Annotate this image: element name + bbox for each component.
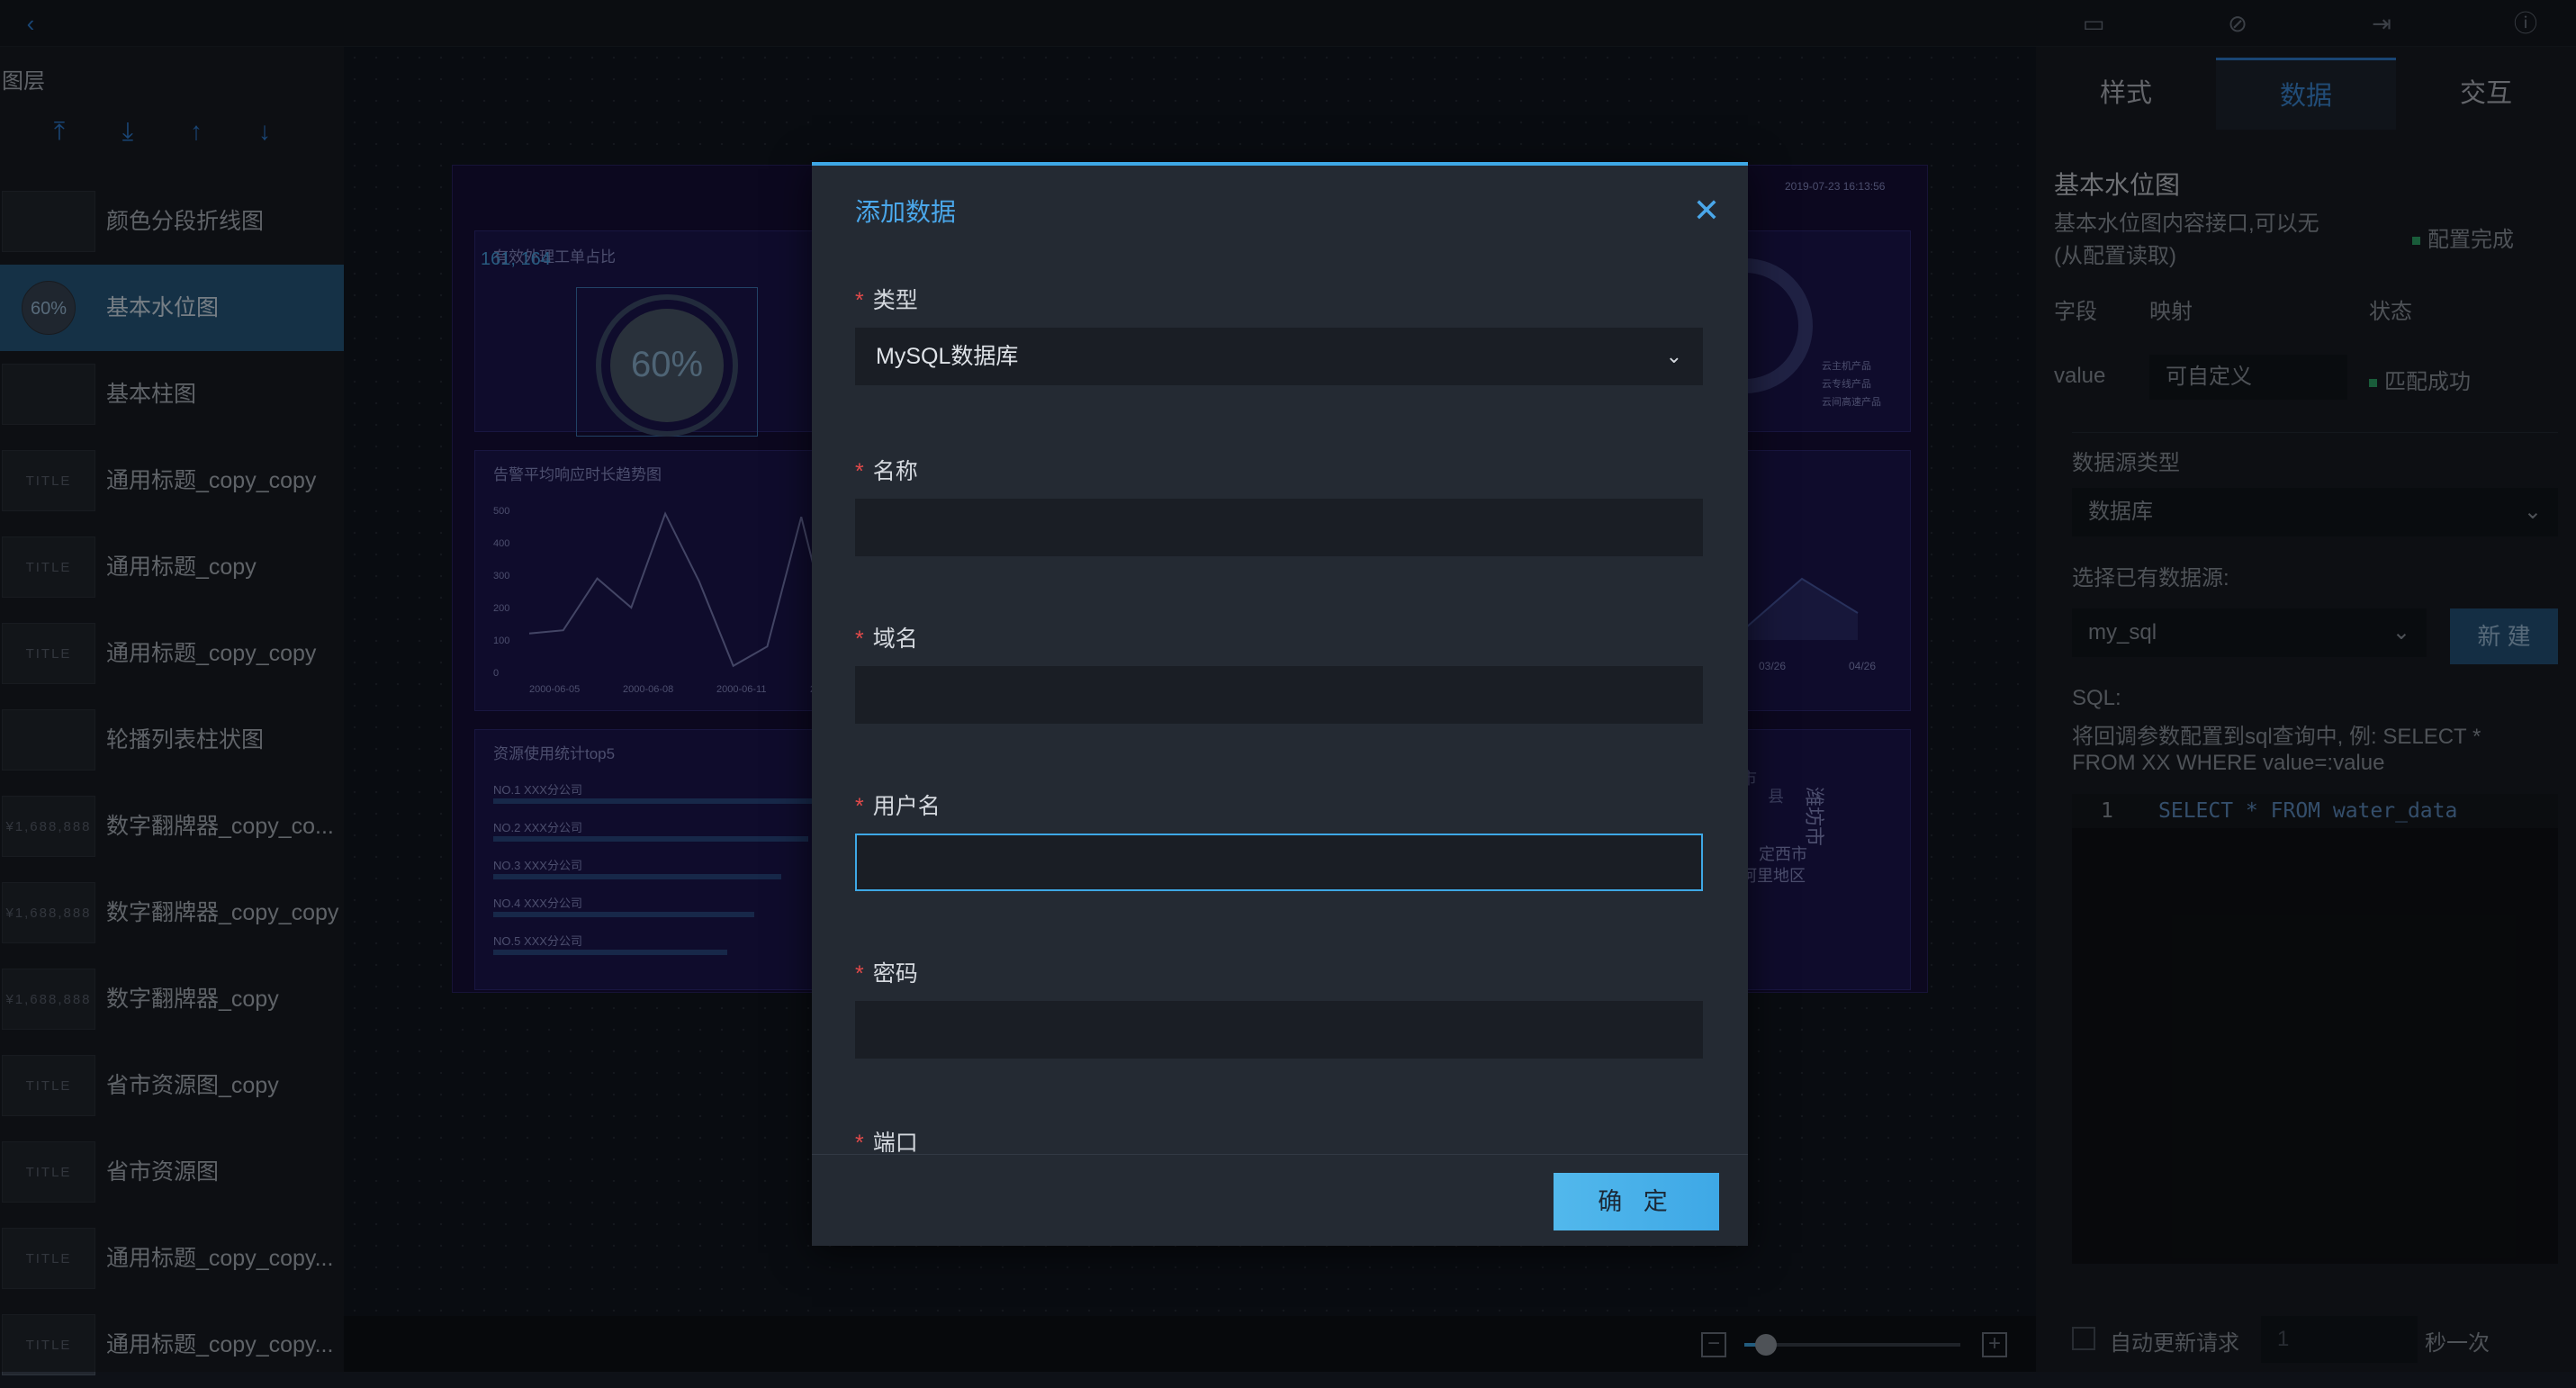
password-label: * 密码 (855, 956, 918, 988)
type-label: * 类型 (855, 283, 918, 315)
required-asterisk: * (855, 288, 864, 313)
type-select-value: MySQL数据库 (876, 344, 1019, 369)
required-asterisk: * (855, 459, 864, 484)
dialog-title: 添加数据 (855, 198, 957, 226)
name-input[interactable] (855, 499, 1703, 556)
add-data-dialog: 添加数据 ✕ * 类型 MySQL数据库 ⌄ * 名称 * 域名 * 用户名 * 密码 * 端… (812, 162, 1748, 1246)
port-label: * 端口 (855, 1125, 918, 1152)
password-label-text: 密码 (872, 961, 918, 987)
type-select[interactable]: MySQL数据库 ⌄ (855, 328, 1703, 385)
required-asterisk: * (855, 961, 864, 987)
dialog-footer: 确 定 (812, 1154, 1748, 1249)
name-label-text: 名称 (872, 459, 918, 484)
close-icon[interactable]: ✕ (1689, 193, 1725, 229)
username-label: * 用户名 (855, 789, 941, 821)
password-input[interactable] (855, 1001, 1703, 1059)
type-label-text: 类型 (872, 288, 918, 313)
required-asterisk: * (855, 794, 864, 819)
port-label-text: 端口 (872, 1131, 918, 1152)
host-label-text: 域名 (872, 626, 918, 652)
dialog-form: * 类型 MySQL数据库 ⌄ * 名称 * 域名 * 用户名 * 密码 * 端口 (812, 256, 1748, 1152)
required-asterisk: * (855, 1131, 864, 1152)
host-label: * 域名 (855, 621, 918, 653)
confirm-button[interactable]: 确 定 (1554, 1173, 1719, 1230)
host-input[interactable] (855, 666, 1703, 724)
required-asterisk: * (855, 626, 864, 652)
name-label: * 名称 (855, 454, 918, 486)
chevron-down-icon: ⌄ (1665, 345, 1682, 367)
username-input[interactable] (855, 834, 1703, 891)
username-label-text: 用户名 (872, 794, 941, 819)
